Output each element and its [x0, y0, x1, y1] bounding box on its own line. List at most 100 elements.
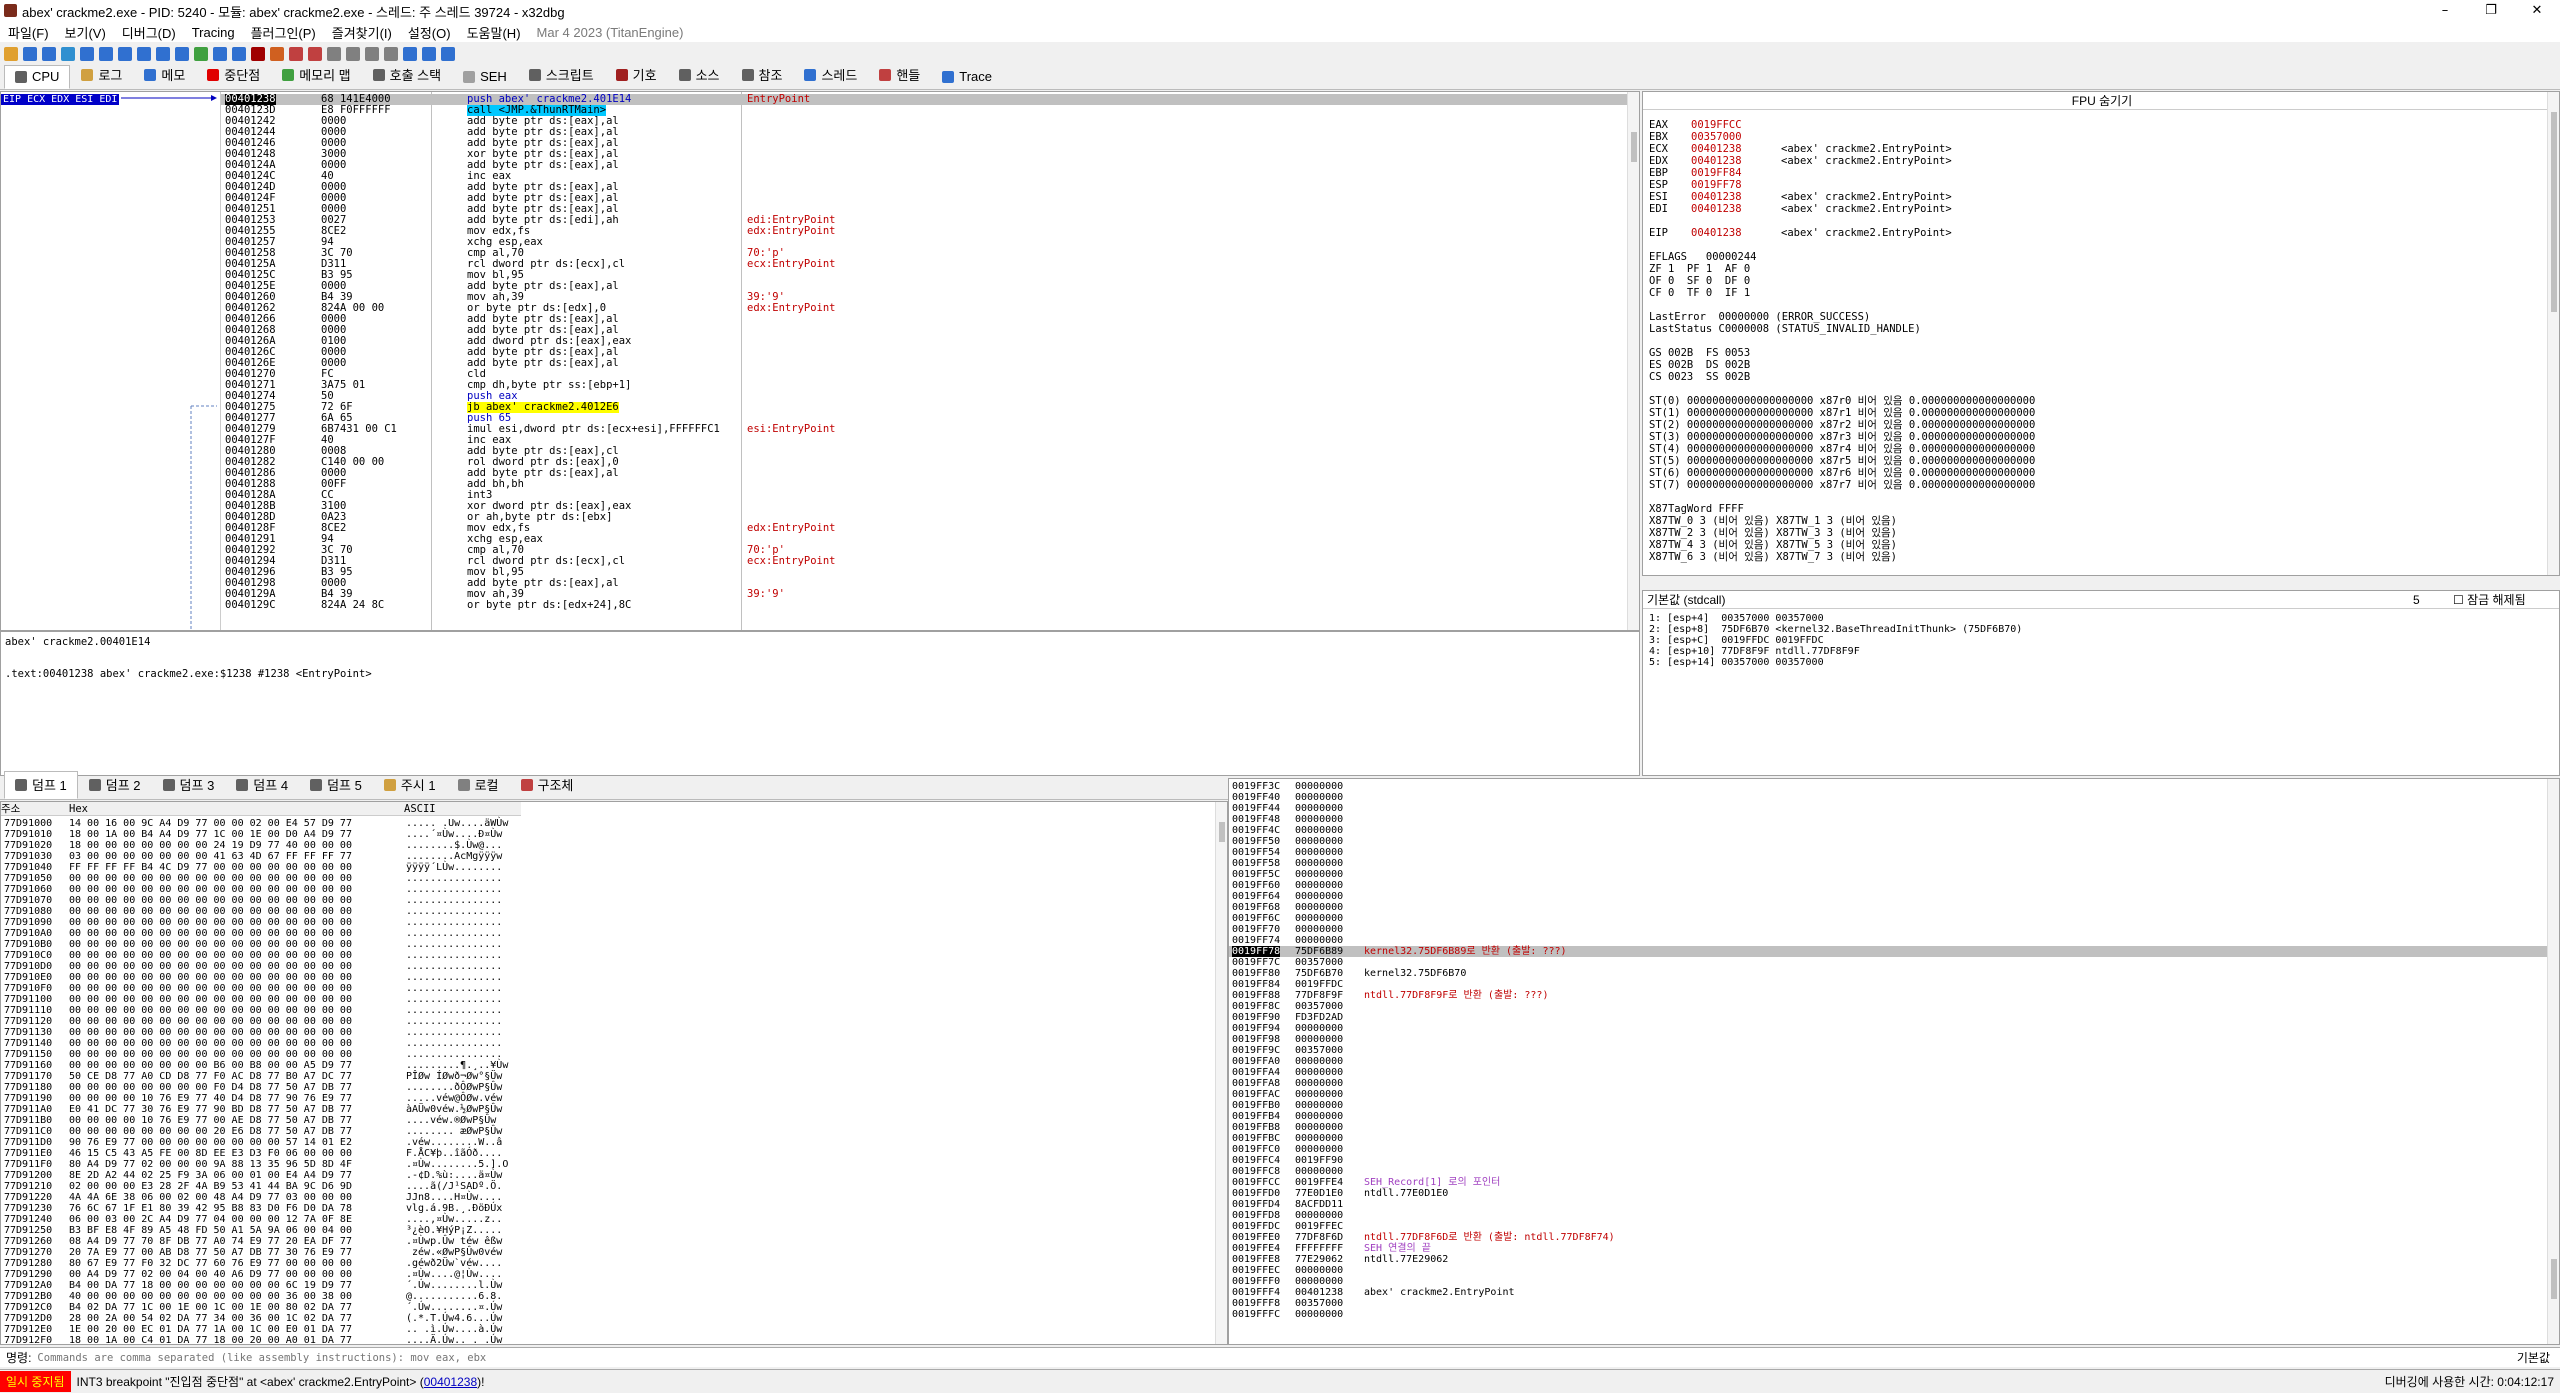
disasm-row[interactable]: 0040126C 0000 add byte ptr ds:[eax],al: [221, 347, 1631, 358]
dump-hex[interactable]: 00 00 00 00 00 00 00 00 00 00 00 00 00 0…: [69, 1027, 352, 1038]
dump-hex[interactable]: 90 76 E9 77 00 00 00 00 00 00 00 00 57 1…: [69, 1137, 352, 1148]
stack-row[interactable]: 0019FFF8 00357000: [1229, 1298, 2559, 1309]
stack-row[interactable]: 0019FFF0 00000000: [1229, 1276, 2559, 1287]
stack-row[interactable]: 0019FF50 00000000: [1229, 836, 2559, 847]
dump-hex[interactable]: 00 00 00 00 00 00 00 00 00 00 00 00 00 0…: [69, 928, 352, 939]
menu-item-3[interactable]: Tracing: [184, 25, 243, 40]
disasm-row[interactable]: 00401280 0008 add byte ptr ds:[eax],cl: [221, 446, 1631, 457]
disasm-row[interactable]: 00401291 94 xchg esp,eax: [221, 534, 1631, 545]
dump-hex[interactable]: 00 00 00 00 00 00 00 00 00 00 00 00 00 0…: [69, 1005, 352, 1016]
stack-row[interactable]: 0019FF84 0019FFDC: [1229, 979, 2559, 990]
pause-icon[interactable]: [80, 47, 94, 61]
stack-row[interactable]: 0019FF60 00000000: [1229, 880, 2559, 891]
close-icon[interactable]: [42, 47, 56, 61]
dump-ascii[interactable]: .géwð2Üw`véw....: [406, 1258, 502, 1269]
dump-hex[interactable]: FF FF FF FF B4 4C D9 77 00 00 00 00 00 0…: [69, 862, 352, 873]
dump-hex[interactable]: 00 00 00 00 00 00 00 00 00 00 00 00 00 0…: [69, 994, 352, 1005]
register-row[interactable]: EAX 0019FFCC: [1649, 119, 1742, 131]
dump-hex[interactable]: B4 02 DA 77 1C 00 1E 00 1C 00 1E 00 80 0…: [69, 1302, 352, 1313]
dump-ascii[interactable]: ........AcMgÿÿÿw: [406, 851, 502, 862]
dump-ascii[interactable]: vlg.á.9B.¸.ÐöÐÚx: [406, 1203, 502, 1214]
disasm-row[interactable]: 0040123D E8 F0FFFFFF call <JMP.&ThunRTMain…: [221, 105, 1631, 116]
dump-hex[interactable]: 08 A4 D9 77 70 8F DB 77 A0 74 E9 77 20 E…: [69, 1236, 352, 1247]
command-input[interactable]: [37, 1351, 2038, 1364]
dump-hex[interactable]: 18 00 00 00 00 00 00 00 24 19 D9 77 40 0…: [69, 840, 352, 851]
disasm-row[interactable]: 0040128B 3100 xor dword ptr ds:[eax],eax: [221, 501, 1631, 512]
dump-hex[interactable]: 00 00 00 00 00 00 00 00 00 00 00 00 00 0…: [69, 1049, 352, 1060]
dump-hex[interactable]: 00 00 00 00 00 00 00 00 B6 00 B8 00 00 A…: [69, 1060, 352, 1071]
register-row[interactable]: ESP 0019FF78: [1649, 179, 1742, 191]
dump-ascii[interactable]: .¤Ùw....@¦Ùw....: [406, 1269, 502, 1280]
stack-row[interactable]: 0019FFD0 77E0D1E0 ntdll.77E0D1E0: [1229, 1188, 2559, 1199]
stack-row[interactable]: 0019FF44 00000000: [1229, 803, 2559, 814]
stack-row[interactable]: 0019FF48 00000000: [1229, 814, 2559, 825]
disasm-row[interactable]: 0040124C 40 inc eax: [221, 171, 1631, 182]
dump-ascii[interactable]: ....,¤Ùw.....z..: [406, 1214, 502, 1225]
dump-hex[interactable]: 76 6C 67 1F E1 80 39 42 95 B8 83 D0 F6 D…: [69, 1203, 352, 1214]
dump-hex[interactable]: 1E 00 20 00 EC 01 DA 77 1A 00 1C 00 E0 0…: [69, 1324, 352, 1335]
stack-row[interactable]: 0019FFA4 00000000: [1229, 1067, 2559, 1078]
stack-row[interactable]: 0019FFDC 0019FFEC: [1229, 1221, 2559, 1232]
dump-ascii[interactable]: ....ã(/J¹SADº.Ö.: [406, 1181, 502, 1192]
dump-hex[interactable]: 00 00 00 00 00 00 00 00 00 00 00 00 00 0…: [69, 884, 352, 895]
stack-row[interactable]: 0019FFA0 00000000: [1229, 1056, 2559, 1067]
dump-ascii[interactable]: àAÜw0véw.½ØwP§Ûw: [406, 1104, 502, 1115]
disasm-row[interactable]: 0040128D 0A23 or ah,byte ptr ds:[ebx]: [221, 512, 1631, 523]
dump-hex[interactable]: B3 BF E8 4F 89 A5 48 FD 50 A1 5A 9A 06 0…: [69, 1225, 352, 1236]
fpu-toggle-button[interactable]: FPU 숨기기: [1643, 92, 2559, 110]
dump-hex[interactable]: 02 00 00 00 E3 28 2F 4A B9 53 41 44 BA 9…: [69, 1181, 352, 1192]
tab-12[interactable]: 핸들: [868, 61, 931, 89]
stack-row[interactable]: 0019FF54 00000000: [1229, 847, 2559, 858]
dump-hex[interactable]: 8E 2D A2 44 02 25 F9 3A 06 00 01 00 E4 A…: [69, 1170, 352, 1181]
dump-hex[interactable]: 00 00 00 00 00 00 00 00 00 00 00 00 00 0…: [69, 1016, 352, 1027]
disasm-row[interactable]: 0040124F 0000 add byte ptr ds:[eax],al: [221, 193, 1631, 204]
stack-row[interactable]: 0019FFE0 77DF8F6D ntdll.77DF8F6D로 반환 (출발: …: [1229, 1232, 2559, 1243]
tab-0[interactable]: CPU: [4, 65, 71, 89]
dump-hex[interactable]: 00 00 00 00 00 00 00 00 00 00 00 00 00 0…: [69, 983, 352, 994]
dump-hex[interactable]: 50 CE D8 77 A0 CD D8 77 F0 AC D8 77 B0 A…: [69, 1071, 352, 1082]
dump-ascii[interactable]: ................: [406, 884, 502, 895]
calculator-icon[interactable]: [422, 47, 436, 61]
stack-row[interactable]: 0019FF7C 00357000: [1229, 957, 2559, 968]
disasm-row[interactable]: 0040127F 40 inc eax: [221, 435, 1631, 446]
dump-ascii[interactable]: ..... .Uw....äWÙw: [406, 818, 508, 829]
disasm-row[interactable]: 00401270 FC cld: [221, 369, 1631, 380]
dump-tab-7[interactable]: 구조체: [510, 771, 585, 799]
tab-1[interactable]: 로그: [70, 61, 133, 89]
disasm-row[interactable]: 00401275 72 6F jb abex' crackme2.4012E6: [221, 402, 1631, 413]
minimize-button[interactable]: –: [2422, 0, 2468, 22]
trace-into-icon[interactable]: [137, 47, 151, 61]
dump-ascii[interactable]: (.*.T.Úw4.6...Úw: [406, 1313, 502, 1324]
tab-6[interactable]: SEH: [452, 65, 518, 89]
disasm-row[interactable]: 00401279 6B7431 00 C1 imul esi,dword ptr d…: [221, 424, 1631, 435]
disasm-row[interactable]: 00401266 0000 add byte ptr ds:[eax],al: [221, 314, 1631, 325]
dump-ascii[interactable]: ................: [406, 928, 502, 939]
dump-hex[interactable]: 40 00 00 00 00 00 00 00 00 00 00 00 36 0…: [69, 1291, 352, 1302]
disasm-row[interactable]: 00401246 0000 add byte ptr ds:[eax],al: [221, 138, 1631, 149]
dump-hex[interactable]: 4A 4A 6E 38 06 00 02 00 48 A4 D9 77 03 0…: [69, 1192, 352, 1203]
stack-row[interactable]: 0019FFFC 00000000: [1229, 1309, 2559, 1320]
register-value[interactable]: 00401238: [1691, 155, 1742, 167]
dump-tab-2[interactable]: 덤프 3: [152, 771, 226, 799]
disasm-row[interactable]: 00401277 6A 65 push 65: [221, 413, 1631, 424]
comment-icon[interactable]: [289, 47, 303, 61]
register-value[interactable]: 00401238: [1691, 227, 1742, 239]
dump-tab-5[interactable]: 주시 1: [373, 771, 447, 799]
skip-icon[interactable]: [213, 47, 227, 61]
dump-hex[interactable]: 03 00 00 00 00 00 00 00 41 63 4D 67 FF F…: [69, 851, 352, 862]
register-row[interactable]: ECX 00401238 <abex' crackme2.EntryPoint>: [1649, 143, 1952, 155]
text-icon[interactable]: [384, 47, 398, 61]
dump-tab-6[interactable]: 로컬: [447, 771, 510, 799]
disasm-row[interactable]: 00401253 0027 add byte ptr ds:[edi],ah edi:…: [221, 215, 1631, 226]
dump-hex[interactable]: 46 15 C5 43 A5 FE 00 8D EE E3 D3 F0 06 0…: [69, 1148, 352, 1159]
stack-row[interactable]: 0019FFA8 00000000: [1229, 1078, 2559, 1089]
open-icon[interactable]: [4, 47, 18, 61]
stack-row[interactable]: 0019FFF4 00401238 abex' crackme2.EntryPoin…: [1229, 1287, 2559, 1298]
disasm-row[interactable]: 0040129A B4 39 mov ah,39 39:'9': [221, 589, 1631, 600]
register-row[interactable]: EBP 0019FF84: [1649, 167, 1742, 179]
stack-row[interactable]: 0019FFD8 00000000: [1229, 1210, 2559, 1221]
status-address-link[interactable]: 00401238: [424, 1375, 477, 1389]
menu-item-4[interactable]: 플러그인(P): [243, 23, 324, 42]
stack-row[interactable]: 0019FFB4 00000000: [1229, 1111, 2559, 1122]
stack-row[interactable]: 0019FF74 00000000: [1229, 935, 2559, 946]
